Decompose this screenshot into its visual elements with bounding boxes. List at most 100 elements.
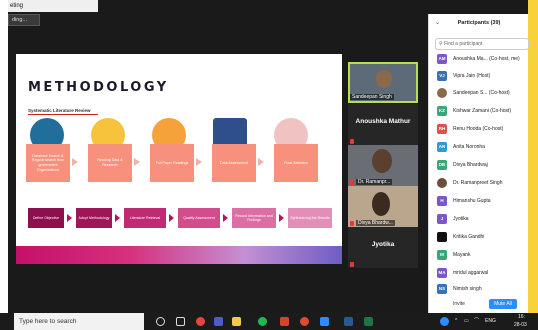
windows-taskbar: Type here to search ^ ▭ ⌒ ENG 16: 28-03 bbox=[0, 313, 538, 330]
video-tile-divya[interactable]: Divya Bhardw... bbox=[348, 186, 418, 227]
participant-face bbox=[372, 149, 392, 173]
step-box-4: Data Assessment bbox=[212, 144, 256, 182]
screen-share-border-right bbox=[528, 0, 538, 313]
avatar: DB bbox=[437, 160, 447, 170]
flow-arrow bbox=[115, 214, 120, 222]
avatar: MA bbox=[437, 268, 447, 278]
slide-title: METHODOLOGY bbox=[28, 80, 169, 95]
participant-row[interactable]: RH Renu Hooda (Co-host) bbox=[437, 122, 529, 136]
participant-row[interactable]: Dr. Ramanpreet Singh bbox=[437, 176, 529, 190]
participant-name: Kishwar Zamani (Co-host) bbox=[453, 108, 512, 114]
participant-row[interactable]: NS Nimish singh bbox=[437, 282, 529, 296]
participant-row[interactable]: M Mayank bbox=[437, 248, 529, 262]
app-icon[interactable] bbox=[300, 317, 309, 326]
mute-all-button[interactable]: Mute All bbox=[489, 299, 517, 309]
avatar bbox=[437, 178, 447, 188]
tile-name-center: Jyotika bbox=[371, 241, 395, 248]
participant-name: Sandeepan S... (Co-host) bbox=[453, 90, 510, 96]
participant-row[interactable]: VJ Vipra Jain (Host) bbox=[437, 69, 529, 83]
participant-name: Anoushka Ma... (Co-host, me) bbox=[453, 56, 520, 62]
video-tile-sandeepan[interactable]: Sandeepan Singh bbox=[348, 62, 418, 103]
participant-row[interactable]: H Himanshu Gupta bbox=[437, 194, 529, 208]
avatar: VJ bbox=[437, 71, 447, 81]
step-arrow bbox=[258, 158, 264, 166]
mic-muted-icon bbox=[350, 180, 354, 185]
teams-icon[interactable] bbox=[214, 317, 223, 326]
flow-arrow bbox=[169, 214, 174, 222]
invite-button[interactable]: Invite bbox=[451, 299, 467, 309]
shared-slide: METHODOLOGY Systematic Literature Review… bbox=[16, 54, 342, 264]
tray-zoom-icon[interactable] bbox=[440, 317, 449, 326]
step-box-1: Database Search & Regular search from go… bbox=[26, 144, 70, 182]
participant-name: Kritika Gandhi bbox=[453, 234, 485, 240]
cortana-icon[interactable] bbox=[156, 317, 165, 326]
tile-name: Dr. Ramanpr... bbox=[356, 179, 393, 185]
participant-name: Jyotika bbox=[453, 216, 469, 222]
participant-face bbox=[372, 192, 390, 216]
participant-name: mridul aggarwal bbox=[453, 270, 489, 276]
video-tile-ramanpreet[interactable]: Dr. Ramanpr... bbox=[348, 145, 418, 186]
participant-row[interactable]: AM Anoushka Ma... (Co-host, me) bbox=[437, 52, 529, 66]
chrome-icon[interactable] bbox=[196, 317, 205, 326]
file-explorer-icon[interactable] bbox=[232, 317, 241, 326]
mic-muted-icon bbox=[350, 262, 354, 267]
participant-face bbox=[376, 70, 392, 88]
avatar: KZ bbox=[437, 106, 447, 116]
flow-arrow bbox=[279, 214, 284, 222]
participant-row[interactable]: KZ Kishwar Zamani (Co-host) bbox=[437, 104, 529, 118]
avatar bbox=[437, 232, 447, 242]
zoom-icon[interactable] bbox=[320, 317, 329, 326]
tile-name: Divya Bhardw... bbox=[356, 220, 395, 226]
participant-name: Dr. Ramanpreet Singh bbox=[453, 180, 503, 186]
mic-muted-icon bbox=[350, 139, 354, 144]
participant-name: Himanshu Gupta bbox=[453, 198, 491, 204]
avatar: M bbox=[437, 250, 447, 260]
participant-row[interactable]: Sandeepan S... (Co-host) bbox=[437, 86, 529, 100]
monitor-icon[interactable]: ▭ bbox=[464, 313, 469, 330]
slide-footer-gradient bbox=[16, 246, 342, 264]
participants-panel: ⌄ Participants (39) ⚲ Find a participant… bbox=[428, 14, 529, 313]
taskbar-search-input[interactable]: Type here to search bbox=[14, 313, 144, 330]
word-icon[interactable] bbox=[344, 317, 353, 326]
flow-arrow bbox=[67, 214, 72, 222]
participant-row[interactable]: J Jyotika bbox=[437, 212, 529, 226]
powerpoint-icon[interactable] bbox=[280, 317, 289, 326]
flow-step-1: Define Objective bbox=[28, 208, 64, 228]
step-box-3: Full Paper Readings bbox=[150, 144, 194, 182]
avatar: NS bbox=[437, 284, 447, 294]
flow-step-6: Synthesizing the Results bbox=[288, 208, 332, 228]
tile-name-center: Anoushka Mathur bbox=[355, 118, 411, 125]
flow-step-5: Record Information and Findings bbox=[232, 208, 276, 228]
flow-step-2: Adopt Methodology bbox=[76, 208, 112, 228]
participant-name: Renu Hooda (Co-host) bbox=[453, 126, 504, 132]
participant-name: Mayank bbox=[453, 252, 471, 258]
view-options-button[interactable]: ding... bbox=[8, 14, 40, 26]
participant-row[interactable]: Kritika Gandhi bbox=[437, 230, 529, 244]
video-tile-jyotika[interactable]: Jyotika bbox=[348, 227, 418, 268]
participants-title: Participants (39) bbox=[457, 20, 501, 26]
mic-muted-icon bbox=[350, 221, 354, 226]
step-box-2: Reading Data & Research bbox=[88, 144, 132, 182]
participant-search-input[interactable]: ⚲ Find a participant bbox=[435, 38, 529, 50]
video-tile-anoushka[interactable]: Anoushka Mathur bbox=[348, 104, 418, 145]
participant-name: Nimish singh bbox=[453, 286, 482, 292]
tray-language[interactable]: ENG bbox=[485, 313, 496, 330]
participant-name: Divya Bhardwaj bbox=[453, 162, 488, 168]
flow-step-3: Literature Retrieval bbox=[124, 208, 166, 228]
participants-footer: Invite Mute All bbox=[429, 297, 529, 311]
chevron-up-icon[interactable]: ^ bbox=[455, 313, 457, 330]
window-title: eting bbox=[8, 0, 98, 12]
task-view-icon[interactable] bbox=[176, 317, 185, 326]
participant-row[interactable]: AN Anita Noronha bbox=[437, 140, 529, 154]
step-arrow bbox=[72, 158, 78, 166]
participant-name: Vipra Jain (Host) bbox=[453, 73, 491, 79]
network-icon[interactable]: ⌒ bbox=[474, 313, 479, 330]
participant-row[interactable]: DB Divya Bhardwaj bbox=[437, 158, 529, 172]
avatar: J bbox=[437, 214, 447, 224]
participant-row[interactable]: MA mridul aggarwal bbox=[437, 266, 529, 280]
screen: eting ding... METHODOLOGY Systematic Lit… bbox=[0, 0, 538, 330]
excel-icon[interactable] bbox=[364, 317, 373, 326]
avatar: RH bbox=[437, 124, 447, 134]
tray-date[interactable]: 28-03 bbox=[514, 317, 527, 330]
spotify-icon[interactable] bbox=[258, 317, 267, 326]
